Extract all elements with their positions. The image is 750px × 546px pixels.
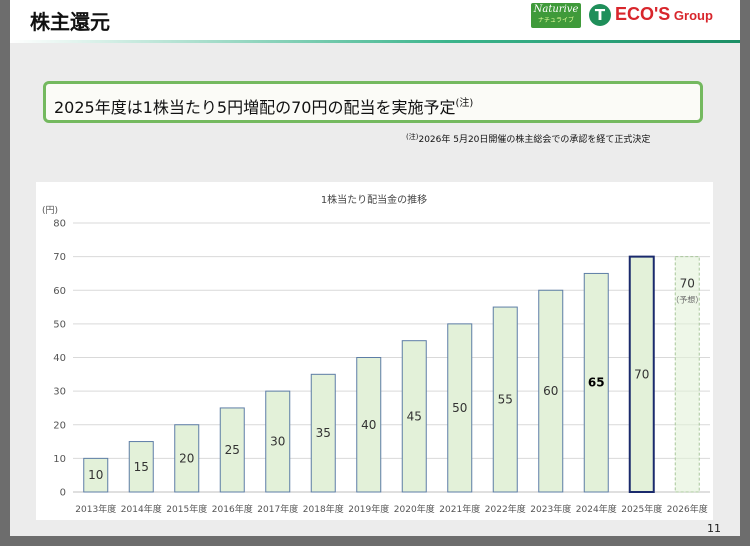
x-tick-label: 2018年度 <box>303 503 344 515</box>
bar-value-label: 30 <box>270 435 285 449</box>
y-tick-label: 50 <box>53 319 66 330</box>
header-divider <box>10 40 740 43</box>
chart-title: 1株当たり配当金の推移 <box>321 193 427 206</box>
x-tick-label: 2016年度 <box>212 503 253 515</box>
bar-value-label: 55 <box>498 393 513 407</box>
x-tick-label: 2024年度 <box>576 503 617 515</box>
x-tick-label: 2026年度 <box>667 503 708 515</box>
headline-text: 2025年度は1株当たり5円増配の70円の配当を実施予定(注) <box>54 94 473 118</box>
y-tick-label: 0 <box>60 488 66 499</box>
naturive-logo-text: Naturive <box>533 4 579 15</box>
footnote: (注)2026年 5月20日開催の株主総会での承認を経て正式決定 <box>406 132 650 145</box>
y-tick-label: 10 <box>53 454 66 465</box>
bar-value-label: 70 <box>680 277 695 291</box>
page-number: 11 <box>707 522 721 535</box>
bar-value-label: 20 <box>179 451 194 465</box>
forecast-label: （予想） <box>671 295 703 305</box>
y-tick-label: 60 <box>53 286 66 297</box>
bar-value-label: 25 <box>225 443 240 457</box>
footnote-text: 2026年 5月20日開催の株主総会での承認を経て正式決定 <box>418 135 651 145</box>
header: 株主還元 Naturive ナチュライブ T ECO'S Group <box>10 0 740 40</box>
x-tick-label: 2013年度 <box>75 503 116 515</box>
ecos-logo-name: ECO'S <box>615 4 671 24</box>
y-tick-label: 40 <box>53 353 66 364</box>
bar-value-label: 15 <box>134 460 149 474</box>
y-tick-label: 20 <box>53 420 66 431</box>
dividend-chart-panel: 1株当たり配当金の推移 (円) 0 10 20 30 40 50 60 70 80 10 2013年度 1… <box>36 182 713 520</box>
bar-value-label: 60 <box>543 384 558 398</box>
page-title: 株主還元 <box>30 10 110 34</box>
bar-value-label: 40 <box>361 418 376 432</box>
y-tick-label: 80 <box>53 219 66 230</box>
bar-value-label: 50 <box>452 401 467 415</box>
x-tick-label: 2021年度 <box>439 503 480 515</box>
ecos-logo-group: Group <box>670 8 713 23</box>
naturive-logo-subtext: ナチュライブ <box>537 17 574 24</box>
forecast-bar <box>674 256 700 493</box>
x-tick-label: 2023年度 <box>530 503 571 515</box>
naturive-logo: Naturive ナチュライブ <box>531 3 581 28</box>
x-tick-label: 2017年度 <box>257 503 298 515</box>
y-axis-unit-label: (円) <box>42 205 58 216</box>
footnote-mark: (注) <box>406 133 419 141</box>
headline-main: 2025年度は1株当たり5円増配の70円の配当を実施予定 <box>54 98 456 117</box>
x-tick-label: 2015年度 <box>166 503 207 515</box>
ecos-logo-mark: T <box>589 4 611 26</box>
y-tick-label: 70 <box>53 252 66 263</box>
headline-note-mark: (注) <box>455 98 474 109</box>
ecos-group-logo: ECO'S Group <box>615 4 713 25</box>
y-tick-label: 30 <box>53 387 66 398</box>
bar-value-label: 65 <box>588 376 605 390</box>
x-tick-label: 2022年度 <box>485 503 526 515</box>
x-tick-label: 2020年度 <box>394 503 435 515</box>
slide: 株主還元 Naturive ナチュライブ T ECO'S Group 2025年… <box>10 0 740 536</box>
x-tick-label: 2014年度 <box>121 503 162 515</box>
bar-value-label: 10 <box>88 468 103 482</box>
headline-box: 2025年度は1株当たり5円増配の70円の配当を実施予定(注) <box>43 81 703 123</box>
bar-value-label: 45 <box>407 409 422 423</box>
dividend-bar-chart: 1株当たり配当金の推移 (円) 0 10 20 30 40 50 60 70 80 10 2013年度 1… <box>42 193 710 515</box>
x-tick-label: 2019年度 <box>348 503 389 515</box>
bar-value-label: 70 <box>634 367 649 381</box>
bar-value-label: 35 <box>316 426 331 440</box>
x-tick-label: 2025年度 <box>621 503 662 515</box>
